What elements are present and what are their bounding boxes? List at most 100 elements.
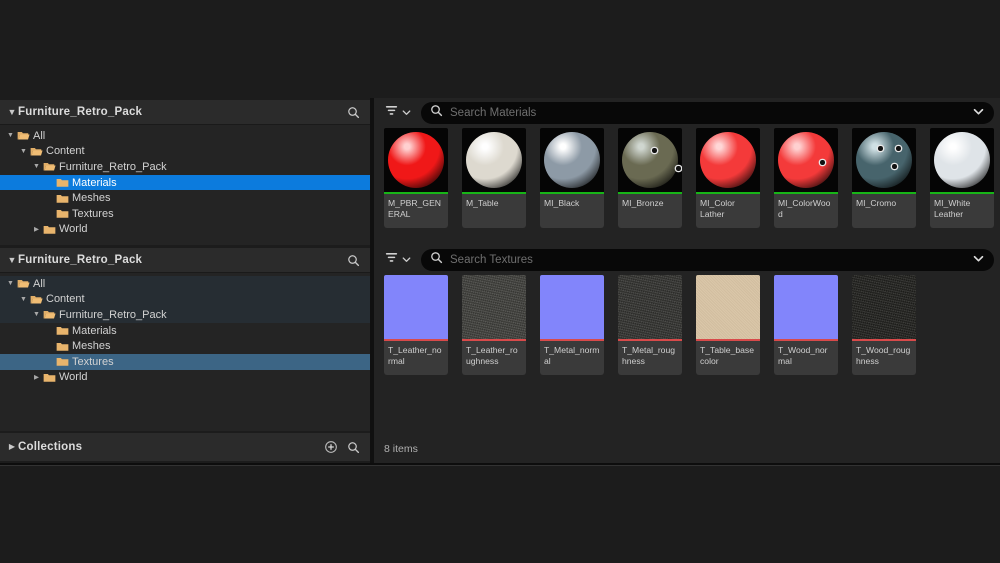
tree-item-all[interactable]: ▼ All [0,276,370,292]
chevron-down-icon [402,104,411,122]
sources-panel-header[interactable]: ▼ Furniture_Retro_Pack [0,100,370,125]
textures-tile-grid[interactable]: T_Leather_normal T_Leather_roughness T_Met… [374,275,1000,375]
expander-right-icon[interactable]: ▶ [34,373,39,381]
tree-item-content[interactable]: ▼ Content [0,291,370,308]
tree-item-furniture_retro_pack[interactable]: ▼ Furniture_Retro_Pack [0,307,370,323]
filter-icon [384,103,399,123]
asset-tile[interactable]: T_Metal_roughness [618,275,682,375]
asset-name-label: M_PBR_GENERAL [384,194,448,228]
asset-tile[interactable]: T_Leather_roughness [462,275,526,375]
search-options-chevron-down-icon[interactable] [973,251,984,269]
asset-thumbnail[interactable] [774,275,838,339]
asset-tile[interactable]: M_PBR_GENERAL [384,128,448,228]
sphere-spot [652,148,657,153]
asset-thumbnail[interactable] [384,128,448,192]
asset-thumbnail[interactable] [930,128,994,192]
asset-thumbnail[interactable] [540,128,604,192]
tree-item-label: Furniture_Retro_Pack [59,308,167,321]
chevron-down-icon[interactable]: ▼ [6,255,18,265]
materials-tile-grid[interactable]: M_PBR_GENERAL M_Table MI_Black MI_Bronze MI_… [374,128,1000,228]
asset-name-label: MI_Black [540,194,604,228]
materials-toolbar: Search Materials [374,98,1000,128]
asset-tile[interactable]: T_Wood_roughness [852,275,916,375]
collections-title: Collections [18,441,83,453]
filter-button[interactable] [380,102,415,124]
expander-right-icon[interactable]: ▶ [34,225,39,233]
tree-item-meshes[interactable]: Meshes [0,338,370,354]
tree-item-label: Materials [72,324,117,337]
expander-down-icon[interactable]: ▼ [20,296,27,303]
tree-item-textures[interactable]: Textures [0,353,370,370]
asset-tile[interactable]: T_Table_basecolor [696,275,760,375]
asset-thumbnail[interactable] [774,128,838,192]
asset-thumbnail[interactable] [618,275,682,339]
asset-tile[interactable]: MI_White Leather [930,128,994,228]
search-icon[interactable] [344,103,362,121]
search-textures-input[interactable]: Search Textures [421,249,994,271]
chevron-right-icon[interactable]: ▶ [6,443,18,451]
tree-item-content[interactable]: ▼ Content [0,144,370,160]
tree-item-label: All [33,129,46,142]
folder-tree-materials[interactable]: ▼ All ▼ Content ▼ Furniture_Retro_Pack Materia… [0,125,370,245]
asset-thumbnail[interactable] [618,128,682,192]
folder-open-icon [42,161,57,172]
textures-toolbar: Search Textures [374,245,1000,275]
asset-thumbnail[interactable] [540,275,604,339]
tree-item-label: Content [46,293,85,306]
tree-item-materials[interactable]: Materials [0,323,370,339]
search-icon[interactable] [344,438,362,456]
asset-tile[interactable]: T_Wood_normal [774,275,838,375]
asset-tile[interactable]: T_Leather_normal [384,275,448,375]
tree-item-label: Content [46,145,85,158]
tree-item-furniture_retro_pack[interactable]: ▼ Furniture_Retro_Pack [0,159,370,175]
status-item-count: 8 items [384,443,418,455]
asset-name-label: MI_White Leather [930,194,994,228]
folder-icon [55,208,70,219]
filter-icon [384,250,399,270]
texture-swatch-preview [852,275,916,339]
asset-tile[interactable]: MI_ColorWood [774,128,838,228]
search-options-chevron-down-icon[interactable] [973,104,984,122]
asset-thumbnail[interactable] [696,128,760,192]
tree-item-materials[interactable]: Materials [0,174,370,191]
expander-down-icon[interactable]: ▼ [33,311,40,318]
asset-thumbnail[interactable] [462,275,526,339]
expander-down-icon[interactable]: ▼ [33,163,40,170]
sources-panel-2-header[interactable]: ▼ Furniture_Retro_Pack [0,248,370,273]
filter-button[interactable] [380,249,415,271]
folder-tree-textures[interactable]: ▼ All ▼ Content ▼ Furniture_Retro_Pack Materia… [0,273,370,431]
asset-tile[interactable]: MI_Bronze [618,128,682,228]
texture-swatch-preview [540,275,604,339]
sources-panel-materials: ▼ Furniture_Retro_Pack ▼ All ▼ Content ▼ Furn… [0,100,370,245]
folder-icon [42,372,57,383]
tree-item-all[interactable]: ▼ All [0,128,370,144]
collections-header[interactable]: ▶ Collections [0,433,370,461]
asset-thumbnail[interactable] [852,275,916,339]
asset-tile[interactable]: MI_Black [540,128,604,228]
material-sphere-preview [466,132,522,188]
expander-down-icon[interactable]: ▼ [20,148,27,155]
tree-item-world[interactable]: ▶ World [0,370,370,386]
search-icon[interactable] [344,251,362,269]
asset-thumbnail[interactable] [462,128,526,192]
tree-item-textures[interactable]: Textures [0,206,370,222]
asset-thumbnail[interactable] [852,128,916,192]
chevron-down-icon[interactable]: ▼ [6,107,18,117]
material-sphere-preview [778,132,834,188]
sources-panel-textures: ▼ Furniture_Retro_Pack ▼ All ▼ Content ▼ Furn… [0,248,370,431]
asset-tile[interactable]: T_Metal_normal [540,275,604,375]
asset-thumbnail[interactable] [696,275,760,339]
search-materials-input[interactable]: Search Materials [421,102,994,124]
folder-icon [55,325,70,336]
asset-thumbnail[interactable] [384,275,448,339]
add-circle-icon[interactable] [322,438,340,456]
tree-item-world[interactable]: ▶ World [0,222,370,238]
asset-tile[interactable]: MI_Color Lather [696,128,760,228]
collections-panel: ▶ Collections [0,433,370,461]
tree-item-meshes[interactable]: Meshes [0,190,370,206]
expander-down-icon[interactable]: ▼ [7,280,14,287]
asset-tile[interactable]: MI_Cromo [852,128,916,228]
asset-tile[interactable]: M_Table [462,128,526,228]
texture-swatch-preview [696,275,760,339]
expander-down-icon[interactable]: ▼ [7,132,14,139]
